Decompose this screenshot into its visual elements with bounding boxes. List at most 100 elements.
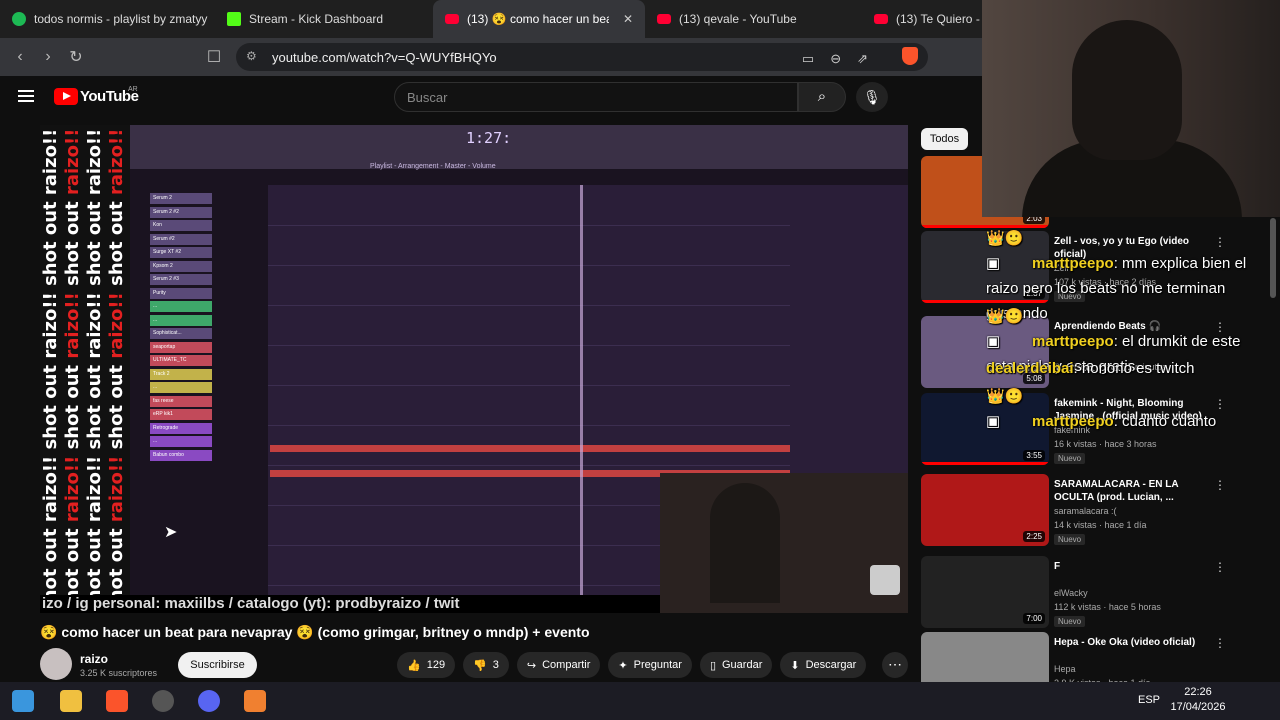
dislike-button[interactable]: 👎 3	[463, 652, 509, 678]
fl-channel: ...	[150, 382, 212, 393]
new-badge: Nuevo	[1054, 616, 1086, 627]
file-explorer-icon[interactable]	[60, 690, 82, 712]
webcam-person-head	[1072, 20, 1182, 160]
fl-channel: Track 2	[150, 368, 212, 380]
recommendation-meta: 14 k vistas · hace 1 día	[1054, 520, 1147, 530]
more-actions-button[interactable]: ⋯	[882, 652, 908, 678]
zoom-icon[interactable]: ⊖	[830, 51, 841, 67]
sidebar-scrollbar[interactable]	[1270, 218, 1276, 678]
reload-icon[interactable]: ↻	[62, 47, 90, 67]
audio-clip	[270, 445, 790, 452]
channel-avatar[interactable]	[40, 648, 72, 680]
brave-shield-icon[interactable]	[902, 47, 918, 65]
cast-icon[interactable]: ▭	[802, 51, 814, 67]
language-indicator[interactable]: ESP	[1138, 694, 1160, 706]
clock-date: 17/04/2026	[1170, 701, 1226, 713]
fl-channel: ULTIMATE_TC	[150, 355, 212, 366]
address-bar[interactable]: ⚙ youtube.com/watch?v=Q-WUYfBHQYo ▭ ⊖ ⇗	[236, 43, 928, 71]
download-icon: ⬇	[790, 659, 800, 672]
close-tab-icon[interactable]: ✕	[623, 12, 633, 26]
recommendation-channel[interactable]: saramalacara :(	[1054, 506, 1117, 516]
tab-kick[interactable]: Stream - Kick Dashboard	[215, 0, 433, 38]
chat-username: marttpeepo	[1032, 333, 1114, 350]
chat-badges-icon: 👑🙂▣	[986, 230, 1024, 272]
recommendation-item[interactable]: 7:00 FelWacky 112 k vistas · hace 5 horas N…	[921, 556, 1271, 628]
chat-badges-icon: 👑🙂▣	[986, 308, 1024, 350]
chat-username: dealerdeibai	[986, 360, 1074, 377]
thumbs-up-icon: 👍	[407, 659, 421, 672]
fl-time-display: 1:27:	[466, 129, 512, 147]
search-icon: ⌕	[817, 88, 827, 105]
forward-icon[interactable]: ›	[34, 48, 62, 66]
ask-button[interactable]: ✦ Preguntar	[608, 652, 692, 678]
more-icon: ⋯	[888, 656, 902, 672]
more-options-icon[interactable]: ⋮	[1214, 560, 1226, 574]
chat-text: : cuanto cuanto	[1113, 413, 1217, 430]
recommendation-item[interactable]: 2:25 SARAMALACARA - EN LA OCULTA (prod. L…	[921, 474, 1271, 546]
browser-tabstrip: todos normis - playlist by zmatyy Stream…	[0, 0, 982, 38]
search-button[interactable]: ⌕	[798, 82, 846, 112]
fl-channel: ...	[150, 314, 212, 326]
subscribe-button[interactable]: Suscribirse	[178, 652, 257, 678]
menu-icon[interactable]	[18, 90, 34, 102]
like-count: 129	[426, 659, 446, 671]
tab-qevale[interactable]: (13) qevale - YouTube	[645, 0, 862, 38]
back-icon[interactable]: ‹	[6, 48, 34, 66]
fl-channel: Purity	[150, 287, 212, 299]
windows-start-icon[interactable]	[12, 690, 34, 712]
url-text: youtube.com/watch?v=Q-WUYfBHQYo	[272, 49, 497, 65]
channel-name[interactable]: raizo	[80, 652, 108, 666]
video-thumbnail[interactable]: 2:25	[921, 474, 1049, 546]
download-button[interactable]: ⬇ Descargar	[780, 652, 867, 678]
bookmark-icon[interactable]: ☐	[200, 47, 228, 67]
save-button[interactable]: ▯ Guardar	[699, 652, 773, 678]
fl-channel: Babun combo	[150, 449, 212, 461]
youtube-icon	[874, 14, 888, 24]
fl-studio-icon[interactable]	[244, 690, 266, 712]
shoutout-column: shot out raizo!! shot out raizo!! shot o…	[62, 128, 83, 613]
youtube-logo-icon[interactable]	[54, 88, 78, 105]
tab-spotify[interactable]: todos normis - playlist by zmatyy	[0, 0, 215, 38]
recommendation-title[interactable]: Hepa - Oke Oka (video oficial)	[1054, 636, 1204, 649]
webcam-overlay	[982, 0, 1280, 217]
fl-channel-rack: Serum 2 Serum 2 #2 Kon Serum #2 Surge XT #2 K…	[150, 193, 212, 473]
save-label: Guardar	[722, 659, 763, 671]
brave-browser-icon[interactable]	[106, 690, 128, 712]
site-info-icon[interactable]: ⚙	[246, 49, 257, 63]
fl-channel: Serum 2 #3	[150, 274, 212, 285]
recommendation-title[interactable]: SARAMALACARA - EN LA OCULTA (prod. Lucia…	[1054, 478, 1204, 504]
recommendation-title[interactable]: F	[1054, 560, 1204, 573]
mouse-cursor-icon: ➤	[164, 524, 178, 541]
share-icon[interactable]: ⇗	[857, 51, 868, 67]
like-button[interactable]: 👍 129	[397, 652, 456, 678]
filter-chip-all[interactable]: Todos	[921, 128, 968, 150]
sparkle-icon: ✦	[618, 659, 628, 672]
scrollbar-thumb[interactable]	[1270, 218, 1276, 298]
share-arrow-icon: ↪	[526, 659, 537, 672]
more-options-icon[interactable]: ⋮	[1214, 636, 1226, 650]
shoutout-column: shot out raizo!! shot out raizo!! shot o…	[106, 128, 127, 613]
obs-icon[interactable]	[152, 690, 174, 712]
bookmark-save-icon: ▯	[709, 659, 716, 672]
more-options-icon[interactable]: ⋮	[1214, 478, 1226, 492]
recommendation-meta: 16 k vistas · hace 3 horas	[1054, 439, 1157, 449]
video-thumbnail[interactable]: 7:00	[921, 556, 1049, 628]
recommendation-channel[interactable]: elWacky	[1054, 588, 1088, 598]
share-button[interactable]: ↪ Compartir	[516, 652, 601, 678]
recommendation-channel[interactable]: Hepa	[1054, 664, 1076, 674]
fl-channel: Kpsom 2	[150, 260, 212, 272]
info-ticker: izo / ig personal: maxiilbs / catalogo (…	[40, 595, 660, 613]
system-clock[interactable]: 22:26 17/04/2026	[1166, 685, 1230, 715]
shoutout-column: shot out raizo!! shot out raizo!! shot o…	[40, 128, 61, 613]
tab-te-quiero[interactable]: (13) Te Quiero -	[862, 0, 982, 38]
video-player[interactable]: shot out raizo!! shot out raizo!! shot o…	[40, 125, 908, 613]
ask-label: Preguntar	[633, 659, 682, 671]
tab-active-youtube[interactable]: (13) 😵 como hacer un beat p ✕	[433, 0, 645, 38]
youtube-icon	[657, 14, 671, 24]
new-badge: Nuevo	[1054, 453, 1086, 464]
voice-search-button[interactable]: 🎙	[856, 82, 888, 112]
search-input[interactable]: Buscar	[394, 82, 798, 112]
discord-icon[interactable]	[198, 690, 220, 712]
fl-channel: ...	[150, 301, 212, 312]
omnibox-actions: ▭ ⊖ ⇗	[802, 51, 868, 67]
